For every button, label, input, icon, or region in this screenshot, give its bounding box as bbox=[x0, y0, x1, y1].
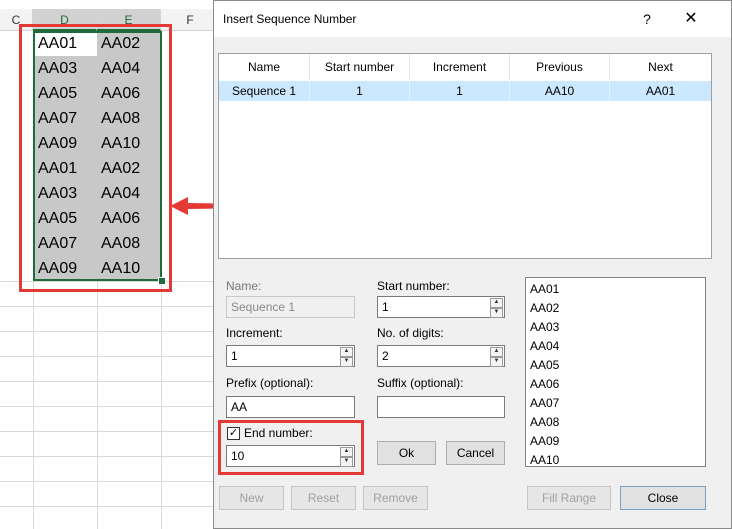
spin-down-icon[interactable]: ▼ bbox=[490, 308, 503, 318]
spin-up-icon[interactable]: ▲ bbox=[340, 347, 353, 357]
start-number-value: 1 bbox=[382, 300, 389, 314]
remove-button[interactable]: Remove bbox=[363, 486, 428, 510]
gridline bbox=[0, 356, 220, 357]
digits-value: 2 bbox=[382, 349, 389, 363]
start-number-spin[interactable]: ▲ ▼ bbox=[490, 298, 503, 318]
gridline bbox=[0, 506, 220, 507]
sequence-list[interactable]: Name Start number Increment Previous Nex… bbox=[218, 53, 712, 259]
start-number-label: Start number: bbox=[377, 279, 450, 293]
list-item: AA06 bbox=[530, 377, 560, 391]
list-item: AA05 bbox=[530, 358, 560, 372]
new-button[interactable]: New bbox=[219, 486, 284, 510]
list-item: AA09 bbox=[530, 434, 560, 448]
cell-start: 1 bbox=[310, 81, 410, 101]
list-item: AA10 bbox=[530, 453, 560, 467]
list-row-sequence-1[interactable]: Sequence 1 1 1 AA10 AA01 bbox=[219, 81, 711, 101]
gridline bbox=[0, 381, 220, 382]
suffix-field[interactable] bbox=[377, 396, 505, 418]
digits-spin[interactable]: ▲ ▼ bbox=[490, 347, 503, 367]
help-button[interactable]: ? bbox=[633, 7, 661, 31]
highlight-box-range bbox=[19, 24, 172, 292]
spin-down-icon[interactable]: ▼ bbox=[490, 357, 503, 367]
spin-up-icon[interactable]: ▲ bbox=[490, 298, 503, 308]
highlight-box-end-number bbox=[218, 420, 364, 475]
title-bar: Insert Sequence Number ? ✕ bbox=[214, 1, 731, 37]
cell-name: Sequence 1 bbox=[219, 81, 310, 101]
cell-next: AA01 bbox=[645, 84, 676, 98]
increment-label: Increment: bbox=[226, 326, 283, 340]
gridline bbox=[0, 456, 220, 457]
cell-increment: 1 bbox=[410, 81, 510, 101]
list-item: AA07 bbox=[530, 396, 560, 410]
name-label: Name: bbox=[226, 279, 262, 293]
increment-stepper[interactable]: 1 ▲ ▼ bbox=[226, 345, 355, 367]
dialog-title: Insert Sequence Number bbox=[223, 12, 357, 26]
preview-list[interactable]: AA01 AA02 AA03 AA04 AA05 AA06 AA07 AA08 AA09 AA10 bbox=[525, 277, 706, 467]
suffix-label: Suffix (optional): bbox=[377, 376, 464, 390]
list-item: AA01 bbox=[530, 282, 560, 296]
list-item: AA04 bbox=[530, 339, 560, 353]
gridline bbox=[0, 306, 220, 307]
close-icon[interactable]: ✕ bbox=[677, 7, 705, 31]
list-header-previous[interactable]: Previous bbox=[510, 54, 610, 80]
increment-spin[interactable]: ▲ ▼ bbox=[340, 347, 353, 367]
list-item: AA08 bbox=[530, 415, 560, 429]
increment-value: 1 bbox=[231, 349, 238, 363]
list-header-name[interactable]: Name bbox=[219, 54, 310, 80]
list-header-start[interactable]: Start number bbox=[310, 54, 410, 80]
list-item: AA03 bbox=[530, 320, 560, 334]
gridline bbox=[0, 406, 220, 407]
gridline bbox=[0, 431, 220, 432]
ok-button[interactable]: Ok bbox=[377, 441, 436, 465]
start-number-stepper[interactable]: 1 ▲ ▼ bbox=[377, 296, 505, 318]
gridline bbox=[0, 481, 220, 482]
digits-label: No. of digits: bbox=[377, 326, 444, 340]
list-header-next[interactable]: Next bbox=[610, 54, 711, 80]
fill-range-button[interactable]: Fill Range bbox=[527, 486, 611, 510]
cell-previous: AA10 bbox=[510, 81, 610, 101]
list-header-increment[interactable]: Increment bbox=[410, 54, 510, 80]
name-field[interactable]: Sequence 1 bbox=[226, 296, 355, 318]
list-item: AA02 bbox=[530, 301, 560, 315]
spin-up-icon[interactable]: ▲ bbox=[490, 347, 503, 357]
gridline bbox=[0, 331, 220, 332]
prefix-label: Prefix (optional): bbox=[226, 376, 314, 390]
cancel-button[interactable]: Cancel bbox=[446, 441, 505, 465]
spin-down-icon[interactable]: ▼ bbox=[340, 357, 353, 367]
digits-stepper[interactable]: 2 ▲ ▼ bbox=[377, 345, 505, 367]
prefix-field[interactable]: AA bbox=[226, 396, 355, 418]
close-button[interactable]: Close bbox=[620, 486, 706, 510]
reset-button[interactable]: Reset bbox=[291, 486, 356, 510]
